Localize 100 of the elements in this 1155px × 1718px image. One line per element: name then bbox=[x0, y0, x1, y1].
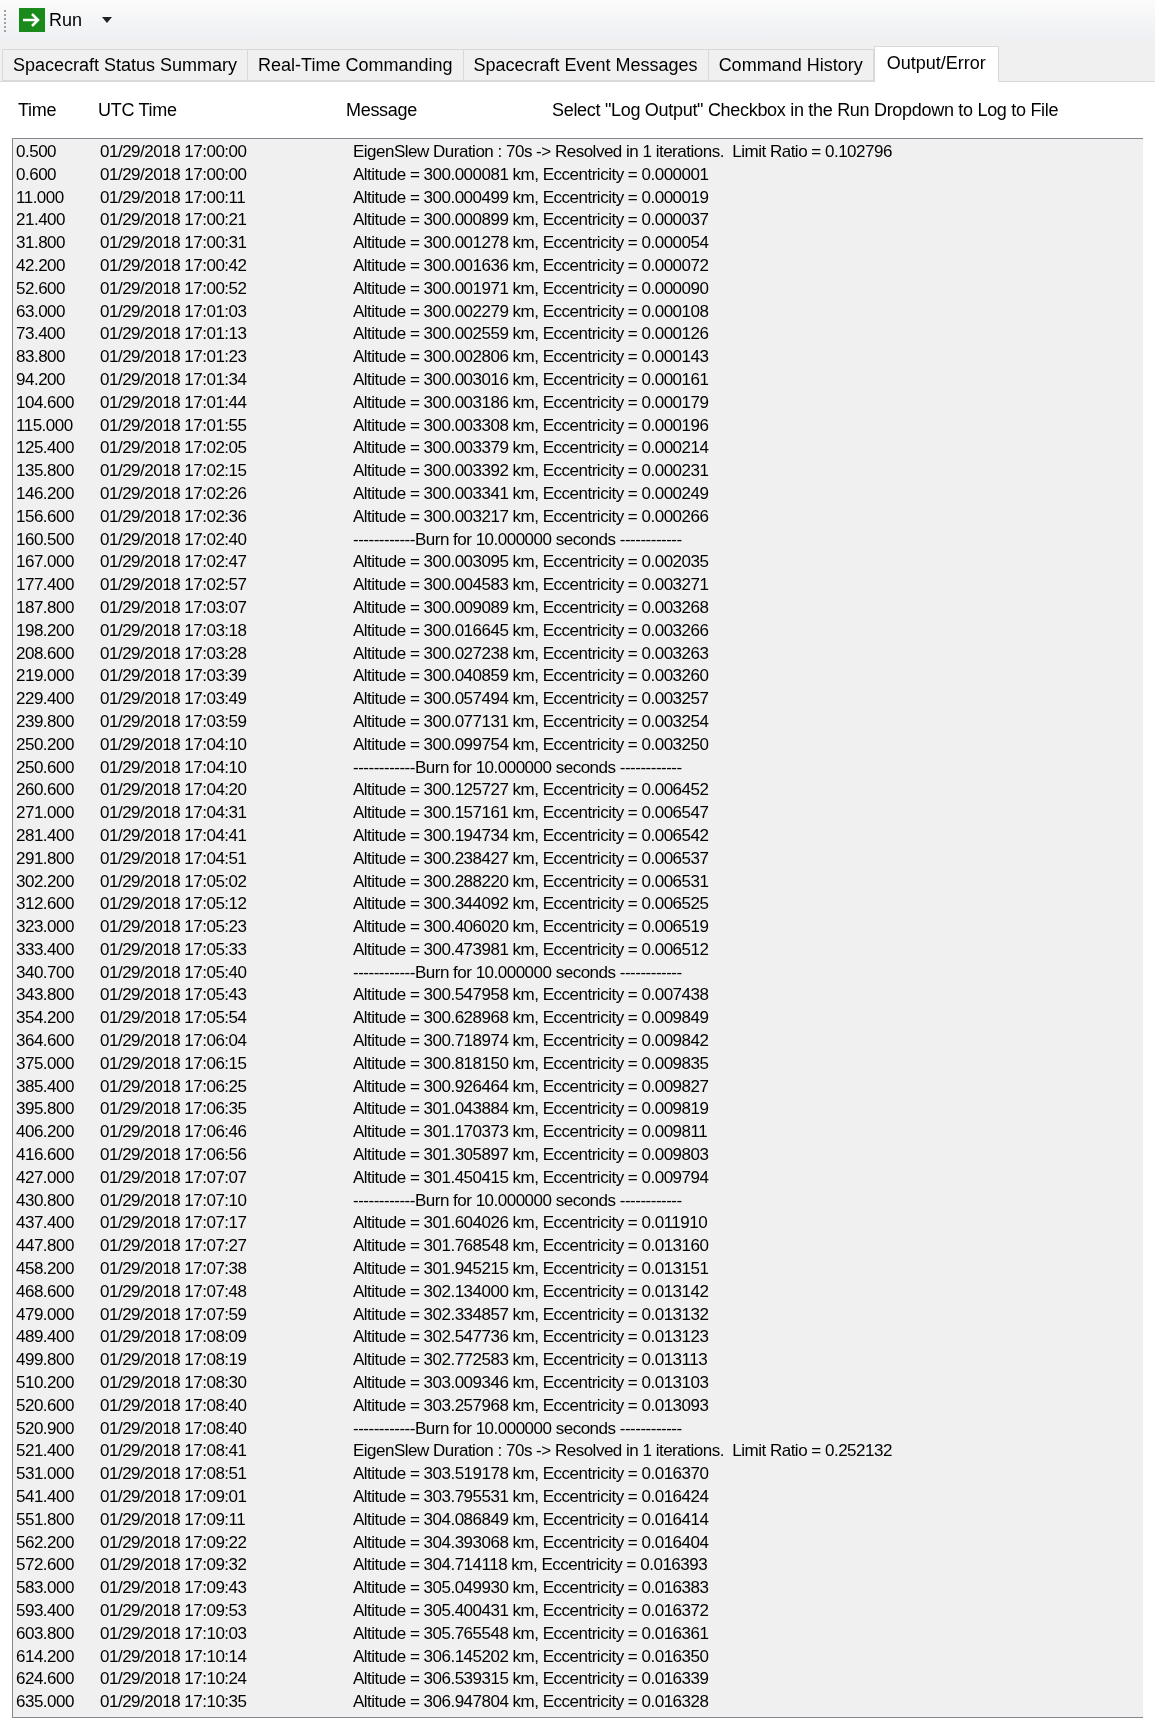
time-cell-text: 583.000 bbox=[16, 1577, 75, 1600]
utc-time-cell-text: 01/29/2018 17:02:47 bbox=[100, 551, 248, 574]
dropdown-caret-icon[interactable] bbox=[102, 17, 113, 23]
message-cell-text: Altitude = 300.027238 km, Eccentricity = 0.003263 bbox=[353, 642, 709, 665]
message-cell-text: Altitude = 300.003186 km, Eccentricity = 0.000179 bbox=[353, 391, 709, 414]
utc-time-cell-text: 01/29/2018 17:04:20 bbox=[100, 779, 248, 802]
time-cell-text: 364.600 bbox=[16, 1030, 75, 1053]
utc-time-cell-text: 01/29/2018 17:00:00 bbox=[100, 163, 248, 186]
message-cell-text: Altitude = 300.099754 km, Eccentricity = 0.003250 bbox=[353, 733, 709, 756]
utc-time-cell-text: 01/29/2018 17:10:03 bbox=[100, 1622, 248, 1645]
utc-time-cell-text: 01/29/2018 17:01:23 bbox=[100, 346, 248, 369]
utc-time-cell-text: 01/29/2018 17:01:34 bbox=[100, 368, 248, 391]
message-cell-text: Altitude = 301.043884 km, Eccentricity = 0.009819 bbox=[353, 1098, 709, 1121]
utc-time-cell-text: 01/29/2018 17:05:23 bbox=[100, 916, 248, 939]
time-cell-text: 291.800 bbox=[16, 847, 75, 870]
message-cell-text: Altitude = 300.000899 km, Eccentricity = 0.000037 bbox=[353, 209, 709, 232]
message-cell-text: Altitude = 301.768548 km, Eccentricity = 0.013160 bbox=[353, 1235, 709, 1258]
message-cell-text: Altitude = 300.016645 km, Eccentricity = 0.003266 bbox=[353, 619, 709, 642]
message-cell-text: Altitude = 301.170373 km, Eccentricity = 0.009811 bbox=[353, 1121, 708, 1144]
time-cell-text: 42.200 bbox=[16, 255, 66, 277]
message-cell-text: Altitude = 304.086849 km, Eccentricity = 0.016414 bbox=[353, 1508, 709, 1531]
column-header: Time bbox=[17, 98, 58, 122]
utc-time-cell-text: 01/29/2018 17:05:02 bbox=[100, 870, 248, 893]
utc-time-cell-text: 01/29/2018 17:05:40 bbox=[100, 961, 248, 984]
time-cell-text: 115.000 bbox=[16, 414, 74, 437]
message-cell-text: Altitude = 300.009089 km, Eccentricity = 0.003268 bbox=[353, 596, 709, 619]
utc-time-cell-text: 01/29/2018 17:09:11 bbox=[100, 1508, 247, 1531]
tab[interactable]: Output/Error bbox=[873, 46, 999, 82]
message-cell-text: Altitude = 300.003217 km, Eccentricity = 0.000266 bbox=[353, 505, 709, 528]
time-cell-text: 489.400 bbox=[16, 1326, 75, 1349]
utc-time-cell-text: 01/29/2018 17:07:48 bbox=[100, 1280, 248, 1303]
time-cell-text: 427.000 bbox=[16, 1166, 75, 1189]
utc-time-cell-text: 01/29/2018 17:02:40 bbox=[100, 528, 248, 551]
utc-time-cell-text: 01/29/2018 17:08:19 bbox=[100, 1349, 248, 1372]
utc-time-cell-text: 01/29/2018 17:06:35 bbox=[100, 1098, 248, 1121]
utc-time-cell-text: 01/29/2018 17:09:22 bbox=[100, 1531, 248, 1554]
utc-time-cell-text: 01/29/2018 17:08:40 bbox=[100, 1417, 248, 1440]
utc-time-cell-text: 01/29/2018 17:04:10 bbox=[100, 733, 248, 756]
time-cell-text: 340.700 bbox=[16, 961, 75, 984]
log-hint: Select "Log Output" Checkbox in the Run Dropdown to Log to File bbox=[552, 98, 1059, 122]
time-cell-text: 312.600 bbox=[16, 893, 75, 916]
time-cell-text: 395.800 bbox=[16, 1098, 75, 1121]
time-cell-text: 219.000 bbox=[16, 665, 75, 688]
message-cell: Altitude = 303.009346 km, Eccentricity = 0.013103 bbox=[353, 1372, 709, 1395]
time-cell-text: 447.800 bbox=[16, 1235, 75, 1258]
utc-time-cell-text: 01/29/2018 17:08:40 bbox=[100, 1394, 248, 1417]
message-cell-text: Altitude = 301.604026 km, Eccentricity = 0.011910 bbox=[353, 1212, 708, 1235]
message-cell-text: Altitude = 300.003095 km, Eccentricity = 0.002035 bbox=[353, 551, 709, 574]
time-cell-text: 156.600 bbox=[16, 505, 75, 528]
time-cell-text: 521.400 bbox=[16, 1440, 75, 1463]
time-cell-text: 510.200 bbox=[16, 1372, 75, 1395]
utc-time-cell-text: 01/29/2018 17:00:21 bbox=[100, 209, 248, 232]
time-cell-text: 614.200 bbox=[16, 1645, 75, 1668]
time-cell-text: 593.400 bbox=[16, 1600, 75, 1622]
tab[interactable]: Command History bbox=[708, 49, 874, 81]
message-cell-text: ------------Burn for 10.000000 seconds ------------ bbox=[353, 528, 682, 551]
time-cell-text: 551.800 bbox=[16, 1508, 75, 1531]
time-cell-text: 135.800 bbox=[16, 460, 75, 483]
message-cell-text: Altitude = 300.003379 km, Eccentricity = 0.000214 bbox=[353, 437, 709, 460]
time-cell-text: 603.800 bbox=[16, 1622, 75, 1645]
tab[interactable]: Spacecraft Status Summary bbox=[2, 49, 249, 81]
time-cell-text: 520.600 bbox=[16, 1394, 75, 1417]
time-cell-text: 531.000 bbox=[16, 1463, 75, 1486]
utc-time-cell-text: 01/29/2018 17:06:04 bbox=[100, 1030, 248, 1053]
utc-time-cell-text: 01/29/2018 17:06:25 bbox=[100, 1075, 248, 1098]
message-cell-text: Altitude = 300.003341 km, Eccentricity = 0.000249 bbox=[353, 482, 709, 505]
time-cell-text: 125.400 bbox=[16, 437, 75, 460]
message-cell-text: Altitude = 300.040859 km, Eccentricity = 0.003260 bbox=[353, 665, 709, 688]
message-cell: Altitude = 300.406020 km, Eccentricity = 0.006519 bbox=[353, 916, 709, 939]
time-cell-text: 416.600 bbox=[16, 1144, 75, 1167]
tab[interactable]: Real-Time Commanding bbox=[248, 49, 464, 81]
message-cell: Altitude = 300.002806 km, Eccentricity = 0.000143 bbox=[353, 346, 709, 369]
message-cell-text: Altitude = 300.473981 km, Eccentricity = 0.006512 bbox=[353, 938, 709, 961]
time-cell-text: 83.800 bbox=[16, 346, 66, 369]
message-cell-text: Altitude = 300.818150 km, Eccentricity = 0.009835 bbox=[353, 1052, 709, 1075]
time-cell-text: 468.600 bbox=[16, 1280, 75, 1303]
arrow-right-icon bbox=[19, 8, 45, 32]
utc-time-cell-text: 01/29/2018 17:07:10 bbox=[100, 1189, 248, 1212]
message-cell: Altitude = 306.947804 km, Eccentricity = 0.016328 bbox=[353, 1691, 709, 1714]
utc-time-cell-text: 01/29/2018 17:05:12 bbox=[100, 893, 248, 916]
message-cell: Altitude = 305.049930 km, Eccentricity = 0.016383 bbox=[353, 1577, 709, 1600]
message-cell-text: ------------Burn for 10.000000 seconds ------------ bbox=[353, 756, 682, 779]
message-cell-text: Altitude = 303.795531 km, Eccentricity = 0.016424 bbox=[353, 1486, 709, 1508]
time-cell-text: 21.400 bbox=[16, 209, 66, 232]
message-cell: Altitude = 303.519178 km, Eccentricity = 0.016370 bbox=[353, 1463, 709, 1486]
time-cell-text: 624.600 bbox=[16, 1668, 75, 1691]
message-cell-text: Altitude = 300.001971 km, Eccentricity = 0.000090 bbox=[353, 277, 709, 300]
run-button[interactable]: Run bbox=[15, 5, 87, 35]
tab[interactable]: Spacecraft Event Messages bbox=[463, 49, 709, 81]
message-cell-text: Altitude = 300.194734 km, Eccentricity = 0.006542 bbox=[353, 824, 709, 847]
time-cell-text: 479.000 bbox=[16, 1303, 75, 1326]
message-cell: Altitude = 300.001278 km, Eccentricity = 0.000054 bbox=[353, 232, 709, 255]
message-cell-text: Altitude = 300.077131 km, Eccentricity = 0.003254 bbox=[353, 710, 709, 733]
time-cell-text: 31.800 bbox=[16, 232, 66, 255]
message-cell-text: ------------Burn for 10.000000 seconds ------------ bbox=[353, 1417, 682, 1440]
time-cell-text: 375.000 bbox=[16, 1052, 75, 1075]
utc-time-cell-text: 01/29/2018 17:01:44 bbox=[100, 391, 248, 414]
time-cell-text: 250.200 bbox=[16, 733, 75, 756]
utc-time-cell-text: 01/29/2018 17:08:51 bbox=[100, 1463, 248, 1486]
message-cell-text: ------------Burn for 10.000000 seconds ------------ bbox=[353, 1189, 682, 1212]
